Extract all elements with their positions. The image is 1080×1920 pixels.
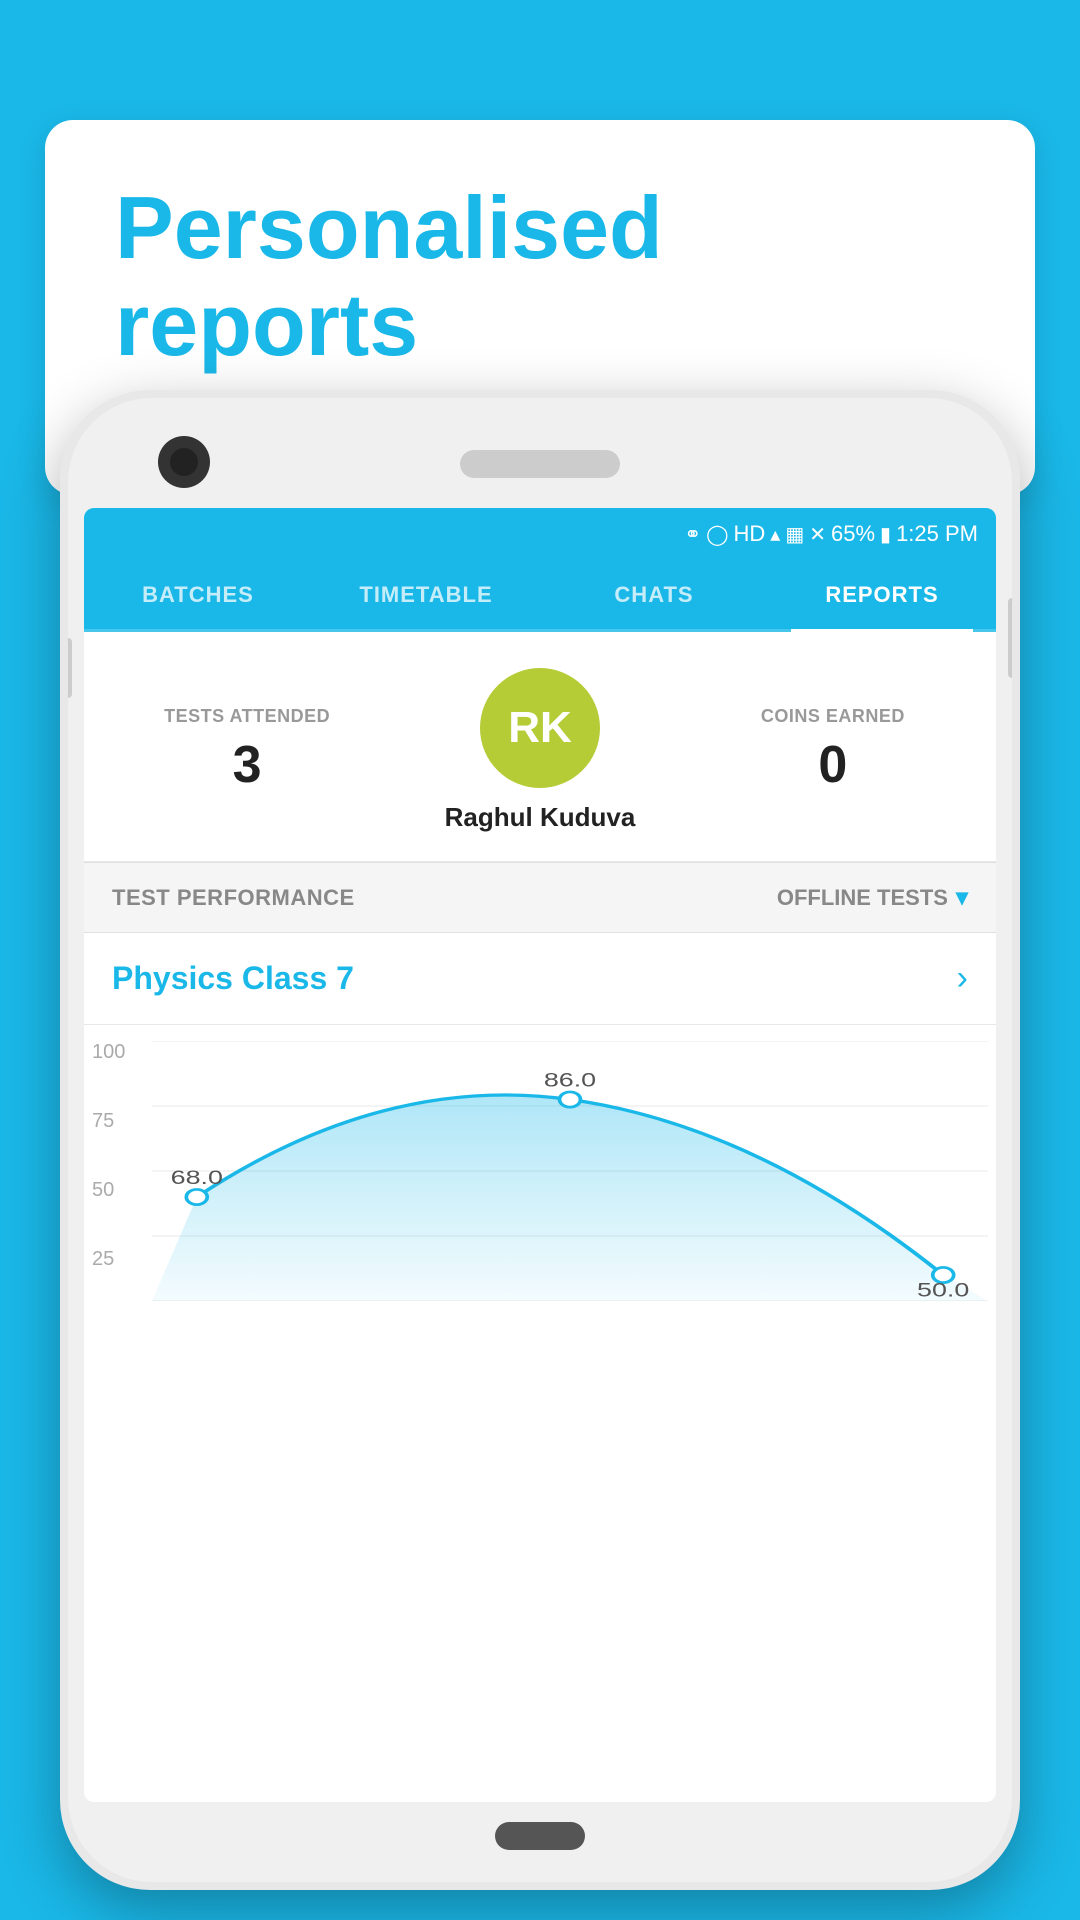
data-label-0: 68.0	[171, 1167, 223, 1189]
data-point-0	[186, 1189, 207, 1204]
test-performance-header: TEST PERFORMANCE OFFLINE TESTS ▾	[84, 862, 996, 933]
speaker	[460, 450, 620, 478]
coins-earned-label: COINS EARNED	[700, 706, 966, 727]
chevron-down-icon: ▾	[956, 883, 968, 912]
coins-earned-value: 0	[700, 735, 966, 795]
y-label-100: 100	[92, 1041, 125, 1064]
tab-timetable[interactable]: TIMETABLE	[312, 560, 540, 629]
phone-bezel: ⚭ ◯ HD ▴ ▦ ✕ 65% ▮	[68, 398, 1012, 1882]
performance-chart: 68.0 86.0 50.0	[152, 1041, 988, 1301]
no-sim-icon: ✕	[809, 522, 826, 547]
tab-batches[interactable]: BATCHES	[84, 560, 312, 629]
test-performance-label: TEST PERFORMANCE	[112, 885, 355, 911]
time-label: 1:25 PM	[896, 521, 978, 547]
tests-attended-block: TESTS ATTENDED 3	[114, 706, 380, 795]
battery-icon: ▮	[880, 522, 891, 547]
coins-earned-block: COINS EARNED 0	[700, 706, 966, 795]
hd-label: HD	[734, 521, 766, 547]
avatar-block: RK Raghul Kuduva	[380, 668, 700, 833]
wifi-icon: ▴	[770, 522, 780, 547]
data-label-1: 86.0	[544, 1069, 596, 1091]
tooltip-title: Personalised reports	[115, 180, 965, 374]
vibrate-icon: ◯	[706, 522, 728, 547]
y-label-50: 50	[92, 1179, 125, 1202]
filter-dropdown[interactable]: OFFLINE TESTS ▾	[777, 883, 968, 912]
data-point-1	[560, 1092, 581, 1107]
camera-icon	[158, 436, 210, 488]
tests-attended-value: 3	[114, 735, 380, 795]
chart-fill	[152, 1095, 988, 1301]
nav-tabs: BATCHES TIMETABLE CHATS REPORTS	[84, 560, 996, 632]
user-name: Raghul Kuduva	[445, 802, 636, 833]
chart-svg-wrapper: 68.0 86.0 50.0	[152, 1041, 988, 1301]
signal-icon: ▦	[785, 522, 804, 547]
status-icons: ⚭ ◯ HD ▴ ▦ ✕ 65% ▮	[684, 521, 978, 547]
profile-section: TESTS ATTENDED 3 RK Raghul Kuduva COINS …	[84, 632, 996, 862]
class-row[interactable]: Physics Class 7 ›	[84, 933, 996, 1025]
home-button[interactable]	[495, 1822, 585, 1850]
data-label-2: 50.0	[917, 1279, 969, 1301]
chart-area: 100 75 50 25	[84, 1025, 996, 1305]
class-name: Physics Class 7	[112, 960, 354, 997]
tab-reports[interactable]: REPORTS	[768, 560, 996, 629]
phone-frame: ⚭ ◯ HD ▴ ▦ ✕ 65% ▮	[60, 390, 1020, 1890]
chevron-right-icon: ›	[957, 959, 968, 998]
filter-label: OFFLINE TESTS	[777, 885, 948, 911]
volume-button	[1008, 598, 1012, 678]
battery-label: 65%	[831, 521, 875, 547]
power-button	[68, 638, 72, 698]
tests-attended-label: TESTS ATTENDED	[114, 706, 380, 727]
tab-chats[interactable]: CHATS	[540, 560, 768, 629]
bluetooth-icon: ⚭	[684, 522, 701, 547]
y-label-25: 25	[92, 1248, 125, 1271]
avatar: RK	[480, 668, 600, 788]
status-bar: ⚭ ◯ HD ▴ ▦ ✕ 65% ▮	[84, 508, 996, 560]
phone-screen: ⚭ ◯ HD ▴ ▦ ✕ 65% ▮	[84, 508, 996, 1802]
y-label-75: 75	[92, 1110, 125, 1133]
